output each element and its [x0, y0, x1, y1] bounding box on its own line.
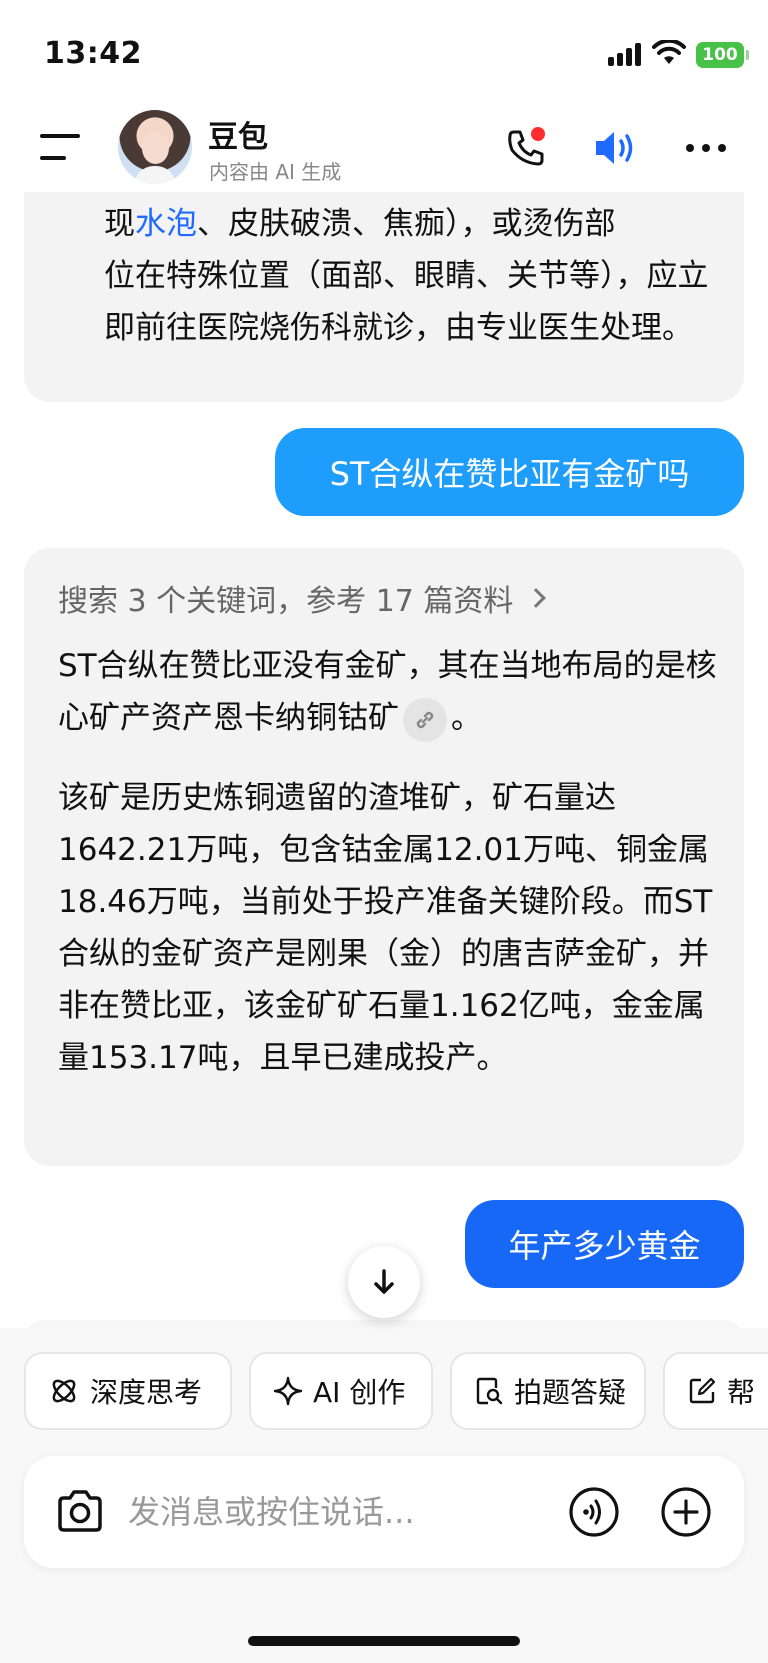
user-message-bubble[interactable]: 年产多少黄金 [465, 1200, 744, 1288]
user-message-text: 年产多少黄金 [508, 1227, 701, 1265]
notification-dot [531, 127, 545, 141]
status-bar: 13:42 100 [0, 0, 768, 110]
status-time: 13:42 [44, 36, 142, 71]
voice-input-icon[interactable] [568, 1486, 620, 1538]
keyword-link[interactable]: 水泡 [135, 206, 197, 242]
chat-header: 豆包 内容由 AI 生成 [0, 104, 768, 192]
ai-paragraph: ST合纵在赞比亚没有金矿，其在当地布局的是核心矿产资产恩卡纳铜钴矿。 [58, 640, 718, 744]
search-summary-text: 搜索 3 个关键词，参考 17 篇资料 [58, 584, 514, 619]
message-list[interactable]: 现水泡、皮肤破溃、焦痂），或烫伤部 位在特殊位置（面部、眼睛、关节等），应立即前… [0, 192, 768, 1330]
user-message-bubble[interactable]: ST合纵在赞比亚有金矿吗 [275, 428, 744, 516]
message-input[interactable] [128, 1484, 528, 1540]
user-message-text: ST合纵在赞比亚有金矿吗 [329, 455, 690, 493]
ai-message-bubble: 现水泡、皮肤破溃、焦痂），或烫伤部 位在特殊位置（面部、眼睛、关节等），应立即前… [24, 192, 744, 402]
ai-paragraph: 该矿是历史炼铜遗留的渣堆矿，矿石量达1642.21万吨，包含钴金属12.01万吨… [58, 780, 713, 1076]
home-indicator [248, 1636, 520, 1646]
chip-label: 帮 [727, 1376, 756, 1409]
camera-icon[interactable] [54, 1486, 106, 1538]
chip-ai-creation[interactable]: AI 创作 [249, 1352, 433, 1430]
chip-label: AI 创作 [313, 1376, 406, 1409]
input-area: 深度思考 AI 创作 拍题答疑 帮 发消息或按住说话... [0, 1328, 768, 1663]
ai-message-bubble: 搜索 3 个关键词，参考 17 篇资料 ST合纵在赞比亚没有金矿，其在当地布局的… [24, 548, 744, 1166]
chip-help-write[interactable]: 帮 [663, 1352, 768, 1430]
plus-icon[interactable] [660, 1486, 712, 1538]
edit-icon [689, 1377, 716, 1404]
avatar[interactable] [118, 110, 192, 184]
menu-icon[interactable] [40, 134, 84, 162]
photo-search-icon [476, 1377, 503, 1405]
chip-deep-thinking[interactable]: 深度思考 [24, 1352, 232, 1430]
search-references-link[interactable]: 搜索 3 个关键词，参考 17 篇资料 [58, 576, 547, 620]
atom-icon [52, 1379, 76, 1403]
scroll-to-bottom-button[interactable] [348, 1246, 420, 1318]
chip-photo-question[interactable]: 拍题答疑 [450, 1352, 646, 1430]
battery-icon: 100 [696, 42, 749, 68]
arrow-down-icon [374, 1269, 394, 1294]
speaker-icon[interactable] [592, 126, 640, 170]
chip-label: 深度思考 [90, 1376, 203, 1409]
sparkle-icon [273, 1376, 303, 1406]
source-link-icon[interactable] [403, 697, 447, 742]
cellular-signal-icon [608, 42, 644, 66]
ai-generated-note: 内容由 AI 生成 [209, 160, 342, 184]
more-options-icon[interactable] [684, 142, 728, 154]
chat-screen: 13:42 100 豆包 内容由 AI 生成 现水泡、皮肤破溃、焦痂），或烫伤部… [0, 0, 768, 1663]
message-composer [24, 1456, 744, 1568]
chip-label: 拍题答疑 [514, 1376, 627, 1409]
ai-message-text: 现水泡、皮肤破溃、焦痂），或烫伤部 位在特殊位置（面部、眼睛、关节等），应立即前… [104, 206, 709, 346]
wifi-icon [652, 40, 686, 64]
bot-name: 豆包 [208, 120, 268, 155]
quick-actions: 深度思考 AI 创作 拍题答疑 帮 [24, 1352, 768, 1432]
chevron-right-icon [526, 588, 547, 608]
